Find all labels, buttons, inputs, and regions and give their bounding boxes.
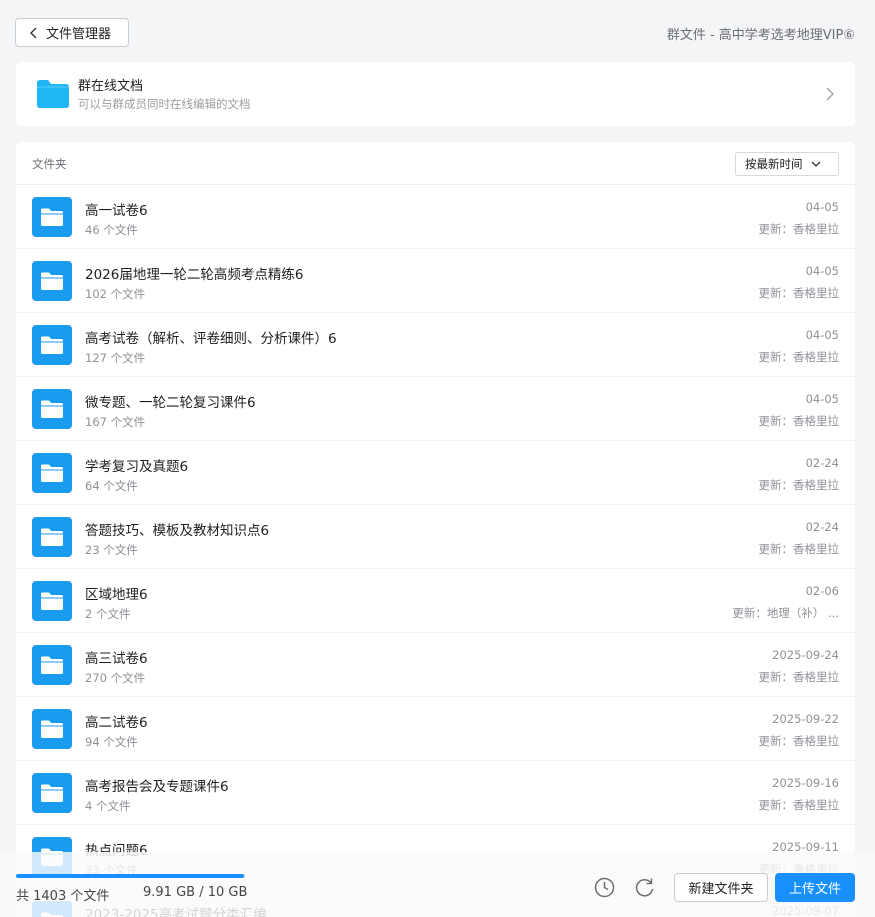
folder-name: 区域地理6	[85, 587, 148, 603]
folder-row[interactable]: 微专题、一轮二轮复习课件6 167 个文件 04-05 更新：香格里拉	[16, 377, 855, 441]
folder-icon	[32, 773, 72, 813]
folder-row[interactable]: 区域地理6 2 个文件 02-06 更新：地理（补） ...	[16, 569, 855, 633]
folder-updated-by: 更新：香格里拉	[758, 222, 840, 236]
folder-file-count: 2 个文件	[85, 607, 131, 621]
storage-progress-bar	[16, 874, 246, 878]
folder-name: 2026届地理一轮二轮高频考点精练6	[85, 267, 304, 283]
group-title: 群文件 - 高中学考选考地理VIP⑥	[666, 28, 855, 43]
online-docs-title: 群在线文档	[78, 79, 144, 94]
back-button[interactable]: 文件管理器	[15, 18, 129, 47]
sort-select[interactable]: 按最新时间	[735, 152, 839, 176]
folder-updated-by: 更新：香格里拉	[758, 414, 840, 428]
folder-icon	[32, 645, 72, 685]
chevron-down-icon	[811, 161, 820, 167]
folder-row[interactable]: 学考复习及真题6 64 个文件 02-24 更新：香格里拉	[16, 441, 855, 505]
top-bar: 文件管理器 群文件 - 高中学考选考地理VIP⑥	[0, 0, 875, 62]
folder-icon	[32, 517, 72, 557]
folder-updated-date: 2025-09-16	[772, 776, 839, 790]
folder-name: 高考试卷（解析、评卷细则、分析课件）6	[85, 331, 337, 347]
folder-file-count: 46 个文件	[85, 223, 138, 237]
folder-updated-date: 2025-09-24	[772, 648, 839, 662]
online-docs-subtitle: 可以与群成员同时在线编辑的文档	[78, 97, 251, 111]
chevron-left-icon	[30, 27, 37, 38]
folder-name: 高一试卷6	[85, 203, 148, 219]
chevron-right-icon	[826, 87, 834, 101]
folder-row[interactable]: 2026届地理一轮二轮高频考点精练6 102 个文件 04-05 更新：香格里拉	[16, 249, 855, 313]
upload-button[interactable]: 上传文件	[775, 873, 855, 902]
folder-row[interactable]: 高二试卷6 94 个文件 2025-09-22 更新：香格里拉	[16, 697, 855, 761]
folder-icon	[32, 389, 72, 429]
folder-icon	[32, 453, 72, 493]
sort-select-value: 按最新时间	[745, 157, 803, 171]
footer-bar: 共 1403 个文件 9.91 GB / 10 GB 新建文件夹 上传文件	[0, 852, 875, 917]
folder-updated-date: 04-05	[805, 264, 839, 278]
folder-file-count: 167 个文件	[85, 415, 146, 429]
online-folder-icon	[37, 80, 69, 108]
folder-updated-date: 02-24	[805, 520, 839, 534]
folder-updated-by: 更新：香格里拉	[758, 542, 840, 556]
folder-file-count: 94 个文件	[85, 735, 138, 749]
folder-updated-by: 更新：香格里拉	[758, 734, 840, 748]
folder-file-count: 64 个文件	[85, 479, 138, 493]
storage-progress-fill	[16, 874, 244, 878]
folder-updated-date: 04-05	[805, 328, 839, 342]
folder-updated-date: 02-24	[805, 456, 839, 470]
folder-list-panel: 文件夹 按最新时间 高一试卷6 46 个文件 04-05 更新：香格里拉 2026届地理…	[16, 142, 855, 917]
folder-icon	[32, 325, 72, 365]
folder-updated-date: 2025-09-22	[772, 712, 839, 726]
folder-file-count: 102 个文件	[85, 287, 146, 301]
folder-row[interactable]: 答题技巧、模板及教材知识点6 23 个文件 02-24 更新：香格里拉	[16, 505, 855, 569]
folder-file-count: 127 个文件	[85, 351, 146, 365]
folder-icon	[32, 261, 72, 301]
new-folder-button[interactable]: 新建文件夹	[674, 873, 768, 902]
folder-updated-by: 更新：香格里拉	[758, 798, 840, 812]
folder-updated-date: 02-06	[805, 584, 839, 598]
folder-file-count: 270 个文件	[85, 671, 146, 685]
folder-file-count: 23 个文件	[85, 543, 138, 557]
folder-updated-by: 更新：香格里拉	[758, 286, 840, 300]
folder-section-label: 文件夹	[32, 157, 67, 171]
folder-name: 高二试卷6	[85, 715, 148, 731]
storage-usage: 9.91 GB / 10 GB	[143, 885, 248, 900]
file-total: 共 1403 个文件	[16, 889, 110, 904]
folder-icon	[32, 581, 72, 621]
history-icon[interactable]	[594, 877, 615, 898]
folder-row[interactable]: 高考报告会及专题课件6 4 个文件 2025-09-16 更新：香格里拉	[16, 761, 855, 825]
folder-name: 高考报告会及专题课件6	[85, 779, 229, 795]
folder-list-header: 文件夹 按最新时间	[16, 142, 855, 185]
folder-row[interactable]: 高三试卷6 270 个文件 2025-09-24 更新：香格里拉	[16, 633, 855, 697]
folder-icon	[32, 197, 72, 237]
folder-name: 高三试卷6	[85, 651, 148, 667]
folder-updated-by: 更新：香格里拉	[758, 478, 840, 492]
folder-icon	[32, 709, 72, 749]
folder-name: 答题技巧、模板及教材知识点6	[85, 523, 270, 539]
folder-updated-date: 04-05	[805, 392, 839, 406]
folder-file-count: 4 个文件	[85, 799, 131, 813]
refresh-icon[interactable]	[634, 877, 655, 898]
folder-row[interactable]: 高考试卷（解析、评卷细则、分析课件）6 127 个文件 04-05 更新：香格里拉	[16, 313, 855, 377]
back-button-label: 文件管理器	[46, 27, 112, 42]
folder-updated-date: 04-05	[805, 200, 839, 214]
folder-name: 微专题、一轮二轮复习课件6	[85, 395, 256, 411]
folder-list: 高一试卷6 46 个文件 04-05 更新：香格里拉 2026届地理一轮二轮高频考点精练…	[16, 185, 855, 917]
folder-updated-by: 更新：香格里拉	[758, 670, 840, 684]
folder-updated-by: 更新：香格里拉	[758, 350, 840, 364]
online-docs-entry[interactable]: 群在线文档 可以与群成员同时在线编辑的文档	[16, 62, 855, 126]
folder-updated-by: 更新：地理（补） ...	[732, 606, 839, 620]
folder-row[interactable]: 高一试卷6 46 个文件 04-05 更新：香格里拉	[16, 185, 855, 249]
folder-name: 学考复习及真题6	[85, 459, 189, 475]
